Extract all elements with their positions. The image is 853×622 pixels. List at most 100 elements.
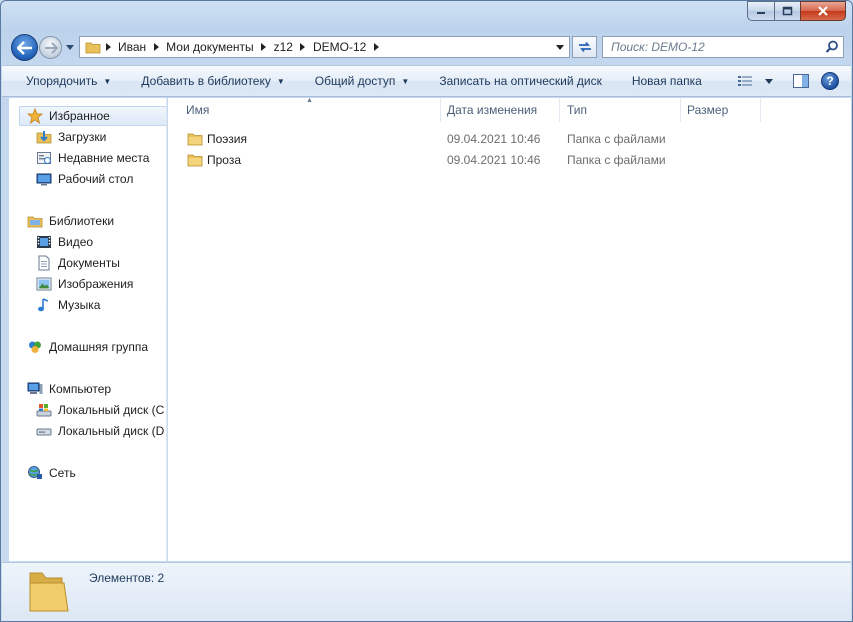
sidebar-item-label: Библиотеки xyxy=(49,214,115,228)
breadcrumb-item-z12[interactable]: z12 xyxy=(271,40,296,54)
preview-pane-icon xyxy=(793,74,809,88)
video-icon xyxy=(36,234,52,250)
burn-label: Записать на оптический диск xyxy=(439,74,602,88)
chevron-down-icon xyxy=(765,78,773,84)
file-name: Поэзия xyxy=(207,131,247,146)
sidebar-item-desktop[interactable]: Рабочий стол xyxy=(36,169,133,189)
burn-button[interactable]: Записать на оптический диск xyxy=(419,66,612,96)
folder-icon xyxy=(29,572,69,612)
sidebar-item-label: Недавние места xyxy=(58,151,150,165)
command-bar-right: ? xyxy=(731,66,851,96)
column-header-size[interactable]: Размер xyxy=(680,98,761,122)
column-header-date[interactable]: Дата изменения xyxy=(440,98,560,122)
system-drive-icon xyxy=(36,402,52,418)
organize-button[interactable]: Упорядочить ▼ xyxy=(2,66,121,96)
view-options-button[interactable] xyxy=(759,66,779,96)
chevron-down-icon: ▼ xyxy=(103,76,112,86)
help-button[interactable]: ? xyxy=(821,72,839,90)
breadcrumb-separator-icon[interactable] xyxy=(369,43,383,51)
sidebar-item-label: Сеть xyxy=(49,466,76,480)
sidebar-item-computer[interactable]: Компьютер xyxy=(27,379,111,399)
sidebar-item-recent[interactable]: Недавние места xyxy=(36,148,149,168)
address-dropdown-button[interactable] xyxy=(553,40,567,54)
add-to-library-button[interactable]: Добавить в библиотеку ▼ xyxy=(121,66,294,96)
arrow-left-icon xyxy=(16,40,32,55)
images-icon xyxy=(36,276,52,292)
breadcrumb-separator-icon[interactable] xyxy=(101,43,115,51)
command-bar: Упорядочить ▼ Добавить в библиотеку ▼ Общи… xyxy=(2,65,851,97)
sidebar-item-downloads[interactable]: Загрузки xyxy=(36,127,106,147)
recent-pages-button[interactable] xyxy=(65,42,75,52)
file-date: 09.04.2021 10:46 xyxy=(447,131,541,146)
search-icon[interactable] xyxy=(825,40,839,54)
minimize-button[interactable] xyxy=(747,1,774,21)
breadcrumb-item-demo12[interactable]: DEMO-12 xyxy=(310,40,369,54)
refresh-icon xyxy=(578,41,591,53)
column-header-label: Тип xyxy=(567,103,588,117)
navigation-row: Иван Мои документы z12 DEMO-12 xyxy=(1,31,852,63)
sidebar-item-favorites[interactable]: Избранное xyxy=(19,106,166,126)
new-folder-button[interactable]: Новая папка xyxy=(612,66,712,96)
folder-icon xyxy=(187,128,203,149)
items-count: Элементов: 2 xyxy=(89,571,165,585)
breadcrumb-separator-icon[interactable] xyxy=(296,43,310,51)
maximize-icon xyxy=(782,6,793,16)
address-bar[interactable]: Иван Мои документы z12 DEMO-12 xyxy=(79,36,570,58)
breadcrumb-item-documents[interactable]: Мои документы xyxy=(163,40,256,54)
network-icon xyxy=(27,465,43,481)
sidebar-item-label: Компьютер xyxy=(49,382,112,396)
breadcrumb-separator-icon[interactable] xyxy=(149,43,163,51)
sidebar-item-label: Загрузки xyxy=(58,130,107,144)
folder-icon xyxy=(187,149,203,170)
chevron-down-icon xyxy=(66,44,74,50)
sidebar-item-label: Локальный диск (D xyxy=(58,424,165,438)
sidebar-item-label: Документы xyxy=(58,256,120,270)
preview-pane-button[interactable] xyxy=(779,66,815,96)
sidebar-item-disk-c[interactable]: Локальный диск (C xyxy=(36,400,164,420)
chevron-down-icon: ▼ xyxy=(401,76,410,86)
sidebar-item-label: Локальный диск (C xyxy=(58,403,165,417)
sidebar-item-homegroup[interactable]: Домашняя группа xyxy=(27,337,148,357)
sidebar-item-images[interactable]: Изображения xyxy=(36,274,133,294)
sidebar-item-disk-d[interactable]: Локальный диск (D xyxy=(36,421,164,441)
sidebar-item-music[interactable]: Музыка xyxy=(36,295,100,315)
breadcrumb-item-user[interactable]: Иван xyxy=(115,40,149,54)
file-name: Проза xyxy=(207,152,242,167)
close-button[interactable] xyxy=(800,1,846,21)
computer-icon xyxy=(27,381,43,397)
search-input[interactable] xyxy=(603,40,813,54)
sidebar-item-libraries[interactable]: Библиотеки xyxy=(27,211,114,231)
music-icon xyxy=(36,297,52,313)
file-type: Папка с файлами xyxy=(567,131,666,146)
folder-icon xyxy=(85,42,101,54)
file-type: Папка с файлами xyxy=(567,152,666,167)
documents-icon xyxy=(36,255,52,271)
back-button[interactable] xyxy=(11,34,38,61)
forward-button[interactable] xyxy=(39,36,62,59)
sidebar-item-documents[interactable]: Документы xyxy=(36,253,120,273)
desktop-icon xyxy=(36,171,52,187)
sidebar-item-label: Домашняя группа xyxy=(49,340,149,354)
table-row[interactable]: Поэзия 09.04.2021 10:46 Папка с файлами xyxy=(168,128,668,149)
sidebar-item-label: Видео xyxy=(58,235,94,249)
sidebar-item-video[interactable]: Видео xyxy=(36,232,93,252)
file-list: Имя ▲ Дата изменения Тип Размер Поэзия 0… xyxy=(168,97,851,561)
sidebar-item-label: Рабочий стол xyxy=(58,172,134,186)
recent-places-icon xyxy=(36,150,52,166)
view-list-icon xyxy=(738,76,752,86)
maximize-button[interactable] xyxy=(774,1,800,21)
sidebar-item-label: Изображения xyxy=(58,277,134,291)
breadcrumb-separator-icon[interactable] xyxy=(257,43,271,51)
table-row[interactable]: Проза 09.04.2021 10:46 Папка с файлами xyxy=(168,149,668,170)
share-button[interactable]: Общий доступ ▼ xyxy=(295,66,420,96)
change-view-button[interactable] xyxy=(731,66,759,96)
minimize-icon xyxy=(757,12,765,14)
column-header-type[interactable]: Тип xyxy=(560,98,681,122)
libraries-icon xyxy=(27,213,43,229)
search-box[interactable] xyxy=(602,36,844,58)
sort-ascending-icon: ▲ xyxy=(306,97,313,104)
refresh-button[interactable] xyxy=(572,36,597,58)
organize-label: Упорядочить xyxy=(26,74,98,88)
drive-icon xyxy=(36,423,52,439)
sidebar-item-network[interactable]: Сеть xyxy=(27,463,76,483)
